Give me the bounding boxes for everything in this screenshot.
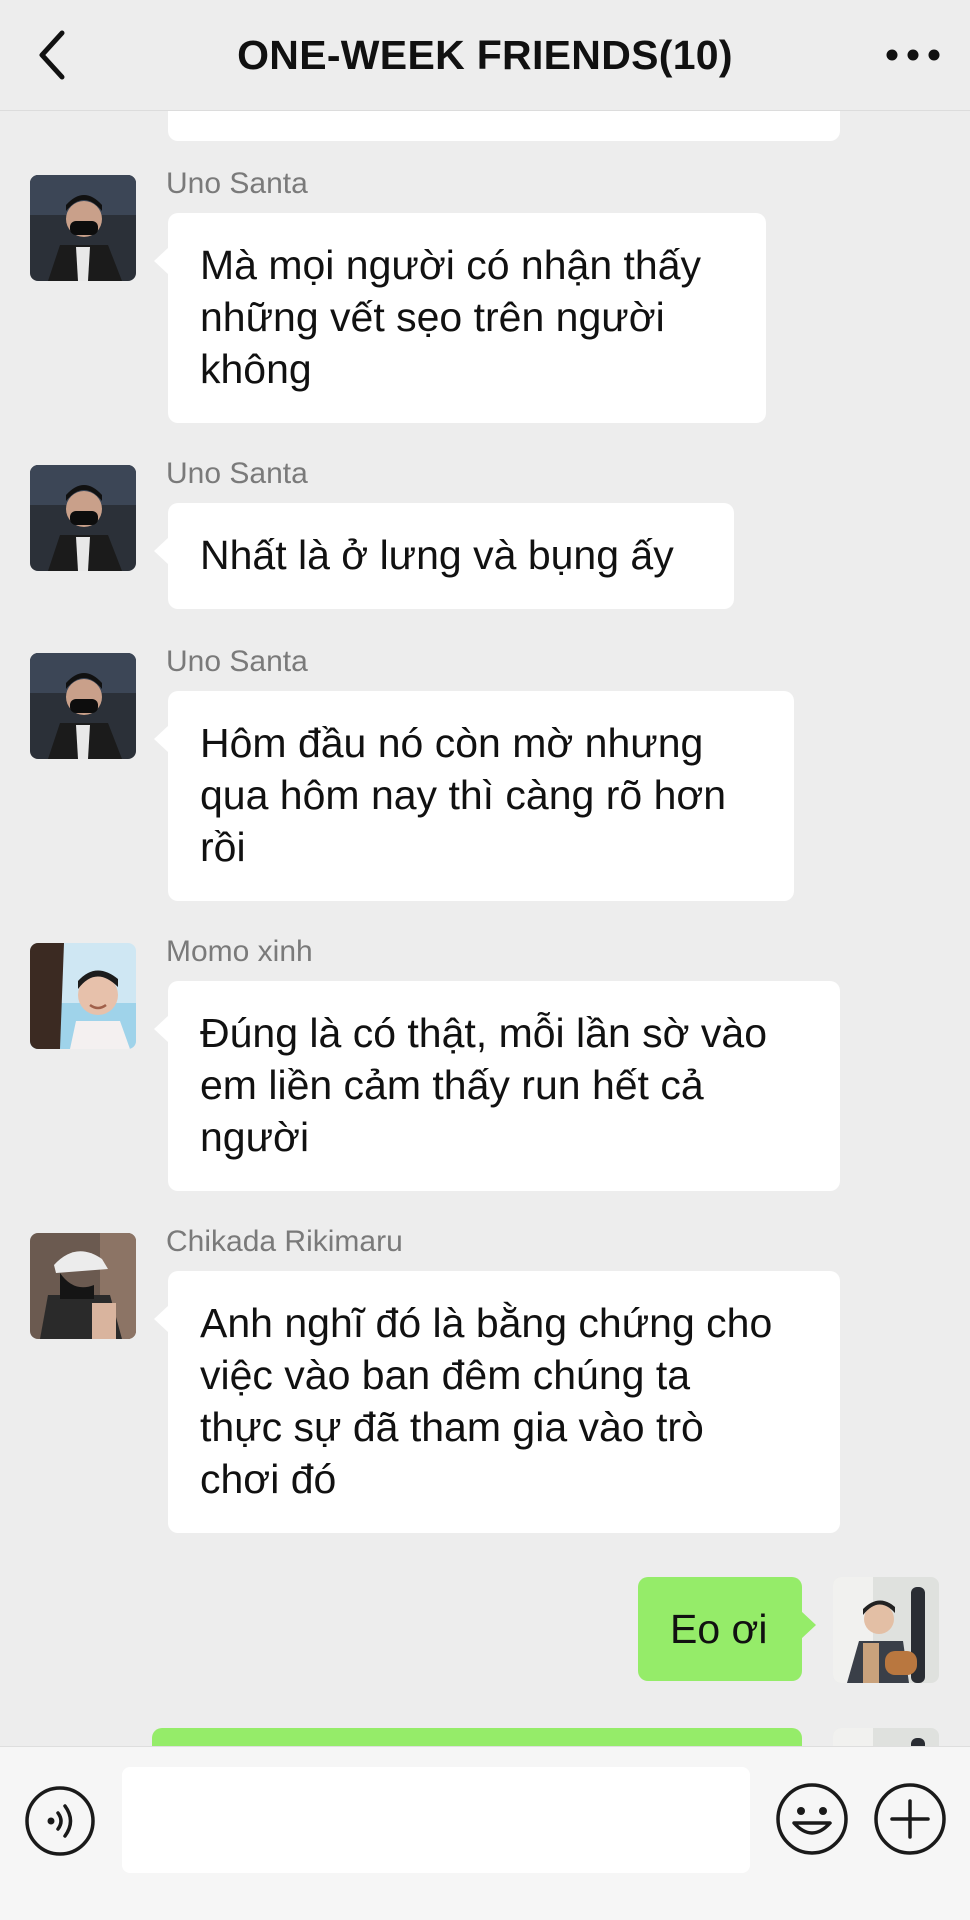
chat-screen: ONE-WEEK FRIENDS(10) Uno Santa Mà mọi ng… [0,0,970,1920]
chat-header: ONE-WEEK FRIENDS(10) [0,0,970,111]
avatar-uno-santa[interactable] [30,465,136,571]
message-list[interactable]: Uno Santa Mà mọi người có nhận thấy nhữn… [0,111,970,1746]
avatar-momo-xinh[interactable] [30,943,136,1049]
more-button[interactable] [878,30,948,80]
message-line: rồi [200,824,246,870]
emoji-icon [776,1783,848,1855]
message-bubble-sent-partial[interactable] [152,1728,802,1746]
message-bubble-sent[interactable]: Eo ơi [638,1577,816,1681]
voice-icon [25,1786,95,1856]
message-line: thực sự đã tham gia vào trò [200,1404,704,1450]
more-dots-icon [886,49,940,61]
plus-icon [874,1783,946,1855]
avatar-uno-santa[interactable] [30,653,136,759]
message-line: Hôm đầu nó còn mờ nhưng [200,720,704,766]
message-line: những vết sẹo trên người [200,294,665,340]
message-line: Nhất là ở lưng và bụng ấy [200,532,674,578]
message-bubble[interactable]: Anh nghĩ đó là bằng chứng cho việc vào b… [154,1271,840,1533]
message-input[interactable] [122,1767,750,1873]
message-line: người [200,1114,310,1160]
message-line: Mà mọi người có nhận thấy [200,242,702,288]
plus-button[interactable] [872,1781,948,1857]
message-line: Eo ơi [670,1606,768,1652]
message-bubble[interactable]: Hôm đầu nó còn mờ nhưng qua hôm nay thì … [154,691,794,901]
avatar-uno-santa[interactable] [30,175,136,281]
avatar-self[interactable] [833,1728,939,1746]
message-bubble[interactable]: Mà mọi người có nhận thấy những vết sẹo … [154,213,766,423]
sender-name: Uno Santa [166,457,308,490]
message-bubble[interactable]: Đúng là có thật, mỗi lần sờ vào em liền … [154,981,840,1191]
message-line: việc vào ban đêm chúng ta [200,1352,691,1398]
avatar-chikada-rikimaru[interactable] [30,1233,136,1339]
message-line: không [200,346,312,392]
voice-button[interactable] [24,1785,96,1857]
avatar-self[interactable] [833,1577,939,1683]
chat-title: ONE-WEEK FRIENDS(10) [237,32,733,78]
emoji-button[interactable] [774,1781,850,1857]
message-bubble[interactable]: Nhất là ở lưng và bụng ấy [154,503,734,609]
sender-name: Uno Santa [166,167,308,200]
sender-name: Uno Santa [166,645,308,678]
message-line: Anh nghĩ đó là bằng chứng cho [200,1300,773,1346]
message-line: chơi đó [200,1456,337,1502]
message-line: Đúng là có thật, mỗi lần sờ vào [200,1010,768,1056]
input-bar [0,1746,970,1920]
sender-name: Momo xinh [166,935,313,968]
message-line: em liền cảm thấy run hết cả [200,1062,704,1108]
message-bubble-partial [168,111,840,141]
message-line: qua hôm nay thì càng rõ hơn [200,772,727,818]
sender-name: Chikada Rikimaru [166,1225,403,1258]
